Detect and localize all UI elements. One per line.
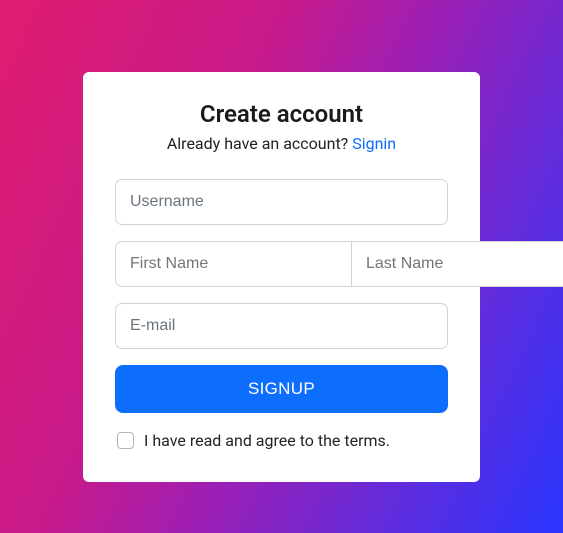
- last-name-input[interactable]: [351, 241, 563, 287]
- terms-row: I have read and agree to the terms.: [115, 431, 448, 450]
- email-input[interactable]: [115, 303, 448, 349]
- username-input[interactable]: [115, 179, 448, 225]
- subtitle-text: Already have an account?: [167, 134, 352, 153]
- first-name-input[interactable]: [115, 241, 351, 287]
- terms-label[interactable]: I have read and agree to the terms.: [144, 431, 390, 450]
- name-row: [115, 241, 448, 287]
- signup-button[interactable]: SIGNUP: [115, 365, 448, 413]
- signup-card: Create account Already have an account? …: [83, 72, 480, 482]
- page-title: Create account: [115, 100, 448, 128]
- terms-checkbox[interactable]: [117, 432, 134, 449]
- signin-link[interactable]: Signin: [352, 134, 396, 153]
- subtitle: Already have an account? Signin: [115, 134, 448, 153]
